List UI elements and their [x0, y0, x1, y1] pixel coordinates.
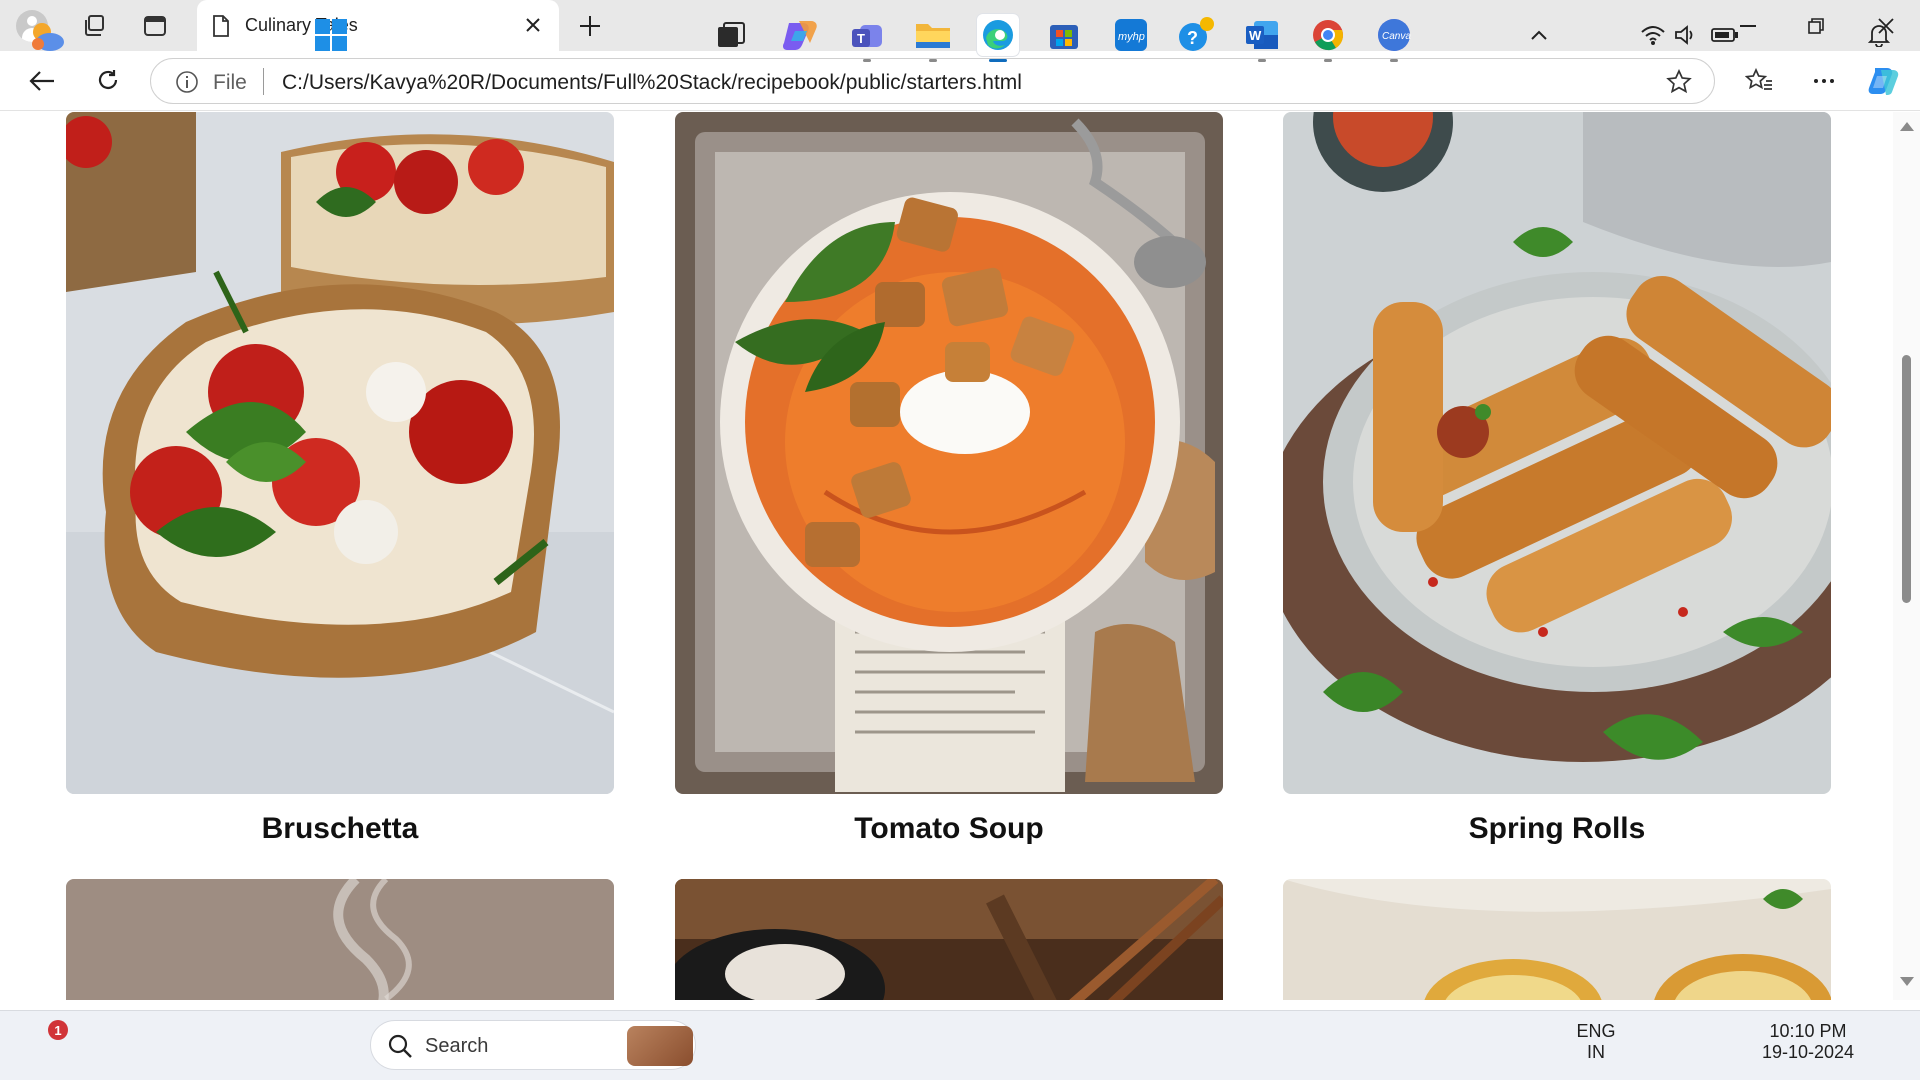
- recipe-card-row2-2-photo[interactable]: [675, 879, 1223, 1000]
- microsoft-store-icon[interactable]: [1043, 14, 1085, 56]
- copilot-icon[interactable]: [1866, 63, 1902, 99]
- bruschetta-photo[interactable]: [66, 112, 614, 794]
- navigation-bar: File C:/Users/Kavya%20R/Documents/Full%2…: [0, 51, 1920, 111]
- region-code: IN: [1587, 1042, 1605, 1062]
- language-indicator[interactable]: ENG IN: [1572, 1021, 1620, 1063]
- start-button-windows-icon[interactable]: [310, 14, 352, 56]
- site-info-icon[interactable]: [175, 70, 199, 99]
- more-options-icon[interactable]: [1806, 63, 1842, 99]
- tab-actions-icon[interactable]: [139, 10, 171, 42]
- back-button[interactable]: [24, 63, 60, 99]
- taskbar-search-box[interactable]: Search: [370, 1020, 696, 1070]
- active-tab[interactable]: Culinary Tales: [197, 0, 559, 51]
- clock[interactable]: 10:10 PM 19-10-2024: [1752, 1021, 1864, 1063]
- recipe-card-bruschetta[interactable]: Bruschetta: [66, 112, 614, 845]
- close-tab-icon[interactable]: [521, 13, 545, 37]
- svg-text:?: ?: [1187, 28, 1198, 48]
- edge-browser-icon[interactable]: [977, 14, 1019, 62]
- page-scrollbar[interactable]: [1893, 112, 1920, 1000]
- page-icon: [211, 15, 231, 42]
- recipe-card-spring-rolls[interactable]: Spring Rolls: [1283, 112, 1831, 845]
- svg-text:W: W: [1249, 28, 1262, 43]
- address-separator: [263, 68, 264, 95]
- search-icon: [387, 1033, 413, 1064]
- tomato-soup-photo[interactable]: [675, 112, 1223, 794]
- scroll-up-arrow-icon[interactable]: [1900, 122, 1914, 131]
- file-explorer-icon[interactable]: [912, 14, 954, 62]
- show-hidden-icons-chevron-icon[interactable]: [1518, 14, 1560, 56]
- clock-time: 10:10 PM: [1769, 1021, 1847, 1041]
- canva-icon[interactable]: Canva: [1373, 14, 1415, 62]
- search-highlight-image: [627, 1026, 693, 1066]
- get-help-icon[interactable]: ?: [1175, 14, 1217, 56]
- chrome-icon[interactable]: [1307, 14, 1349, 62]
- favorites-icon[interactable]: [1741, 63, 1777, 99]
- recipe-name[interactable]: Tomato Soup: [675, 812, 1223, 846]
- copilot-taskbar-icon[interactable]: [780, 14, 822, 56]
- notification-badge: 1: [48, 1020, 68, 1040]
- refresh-button[interactable]: [90, 63, 126, 99]
- recipe-name[interactable]: Bruschetta: [66, 812, 614, 846]
- windows-taskbar: [0, 1010, 1920, 1080]
- restore-button[interactable]: [1782, 0, 1850, 51]
- recipe-card-row2-3-photo[interactable]: [1283, 879, 1831, 1000]
- recipe-card-row2-1-photo[interactable]: [66, 879, 614, 1000]
- workspaces-icon[interactable]: [78, 10, 110, 42]
- word-icon[interactable]: W: [1241, 14, 1283, 62]
- address-bar[interactable]: File C:/Users/Kavya%20R/Documents/Full%2…: [150, 58, 1715, 104]
- scroll-down-arrow-icon[interactable]: [1900, 977, 1914, 986]
- recipe-name[interactable]: Spring Rolls: [1283, 812, 1831, 846]
- clock-date: 19-10-2024: [1761, 1042, 1855, 1062]
- scroll-thumb[interactable]: [1902, 355, 1911, 603]
- task-view-icon[interactable]: [710, 14, 752, 56]
- weather-widget-icon[interactable]: [26, 14, 68, 56]
- language-code: ENG: [1576, 1021, 1616, 1041]
- teams-icon[interactable]: T: [846, 14, 888, 62]
- myhp-icon[interactable]: myhp: [1110, 14, 1152, 56]
- add-favorite-star-icon[interactable]: [1666, 68, 1692, 100]
- volume-icon[interactable]: [1665, 14, 1707, 56]
- search-label: Search: [425, 1035, 489, 1057]
- address-prefix: File: [213, 71, 247, 94]
- new-tab-button[interactable]: [574, 10, 606, 42]
- spring-rolls-photo[interactable]: [1283, 112, 1831, 794]
- notifications-bell-icon[interactable]: [1858, 14, 1900, 56]
- svg-text:T: T: [857, 31, 865, 46]
- recipe-card-tomato-soup[interactable]: Tomato Soup: [675, 112, 1223, 845]
- svg-text:myhp: myhp: [1118, 31, 1145, 43]
- page-viewport: Bruschetta Tomato Soup Spring Rolls: [0, 112, 1920, 1000]
- svg-text:Canva: Canva: [1382, 31, 1411, 42]
- url-text[interactable]: C:/Users/Kavya%20R/Documents/Full%20Stac…: [282, 71, 1022, 95]
- battery-icon[interactable]: [1704, 14, 1746, 56]
